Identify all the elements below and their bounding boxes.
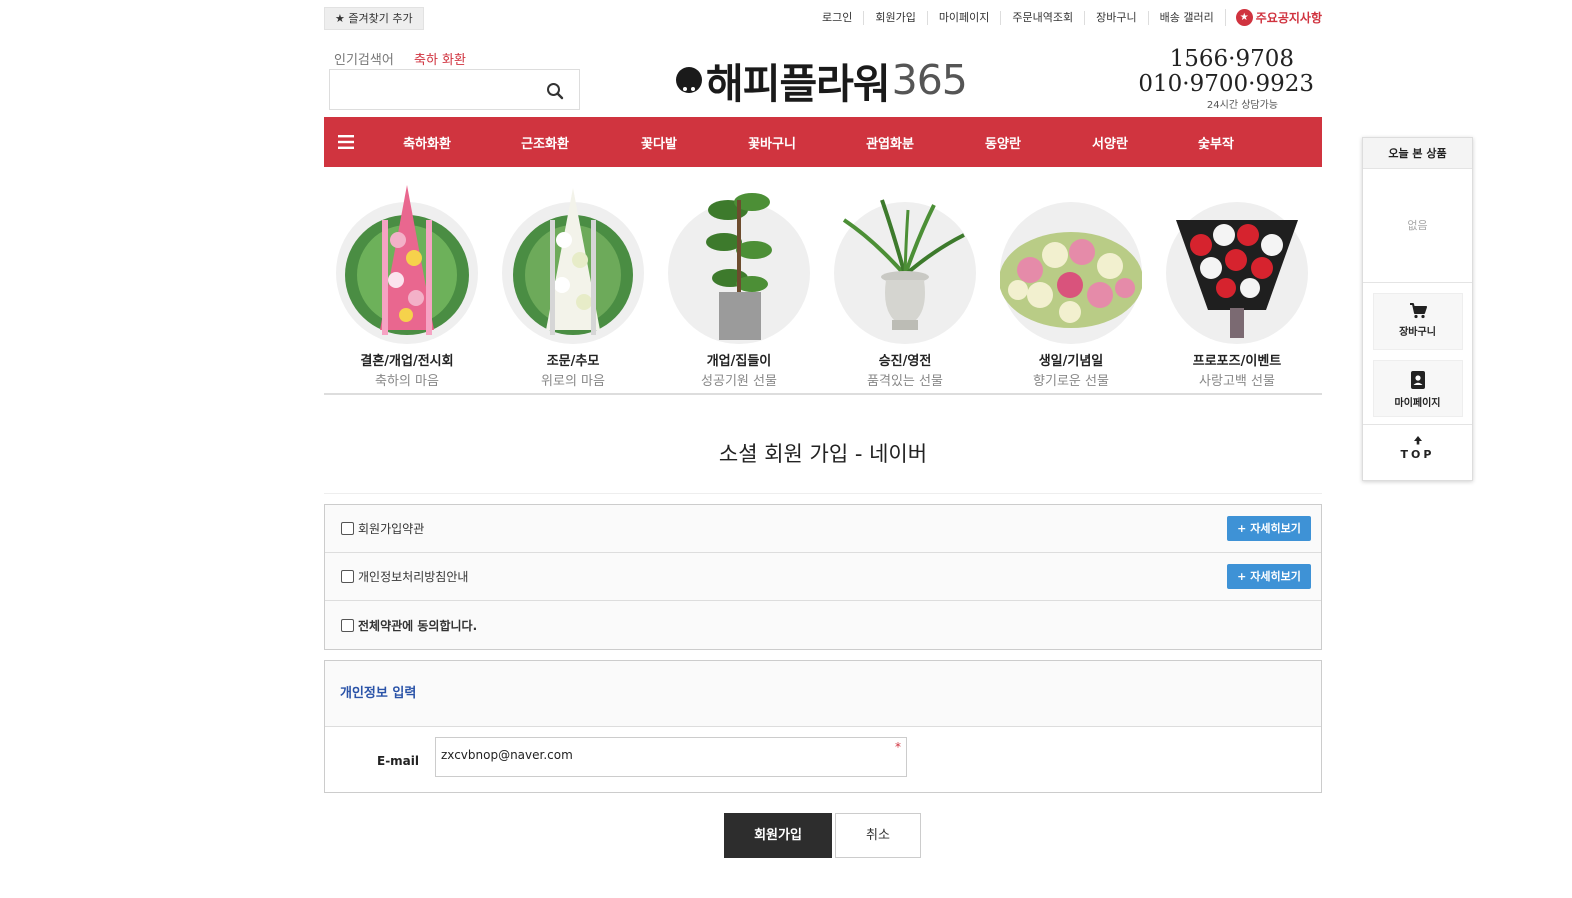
cancel-button[interactable]: 취소 — [835, 813, 921, 858]
category-title: 결혼/개업/전시회 — [360, 354, 454, 369]
congrats-wreath-image — [336, 185, 478, 344]
recently-viewed-title: 오늘 본 상품 — [1363, 138, 1472, 169]
category-wedding-opening[interactable]: 결혼/개업/전시회 축하의 마음 — [332, 180, 482, 389]
potted-tree-image — [668, 193, 810, 344]
recently-viewed-panel: 오늘 본 상품 없음 장바구니 마이페이지 TOP — [1362, 137, 1473, 481]
main-nav: 축하화환 근조화환 꽃다발 꽃바구니 관엽화분 동양란 서양란 숯부작 — [324, 117, 1322, 167]
nav-item-funeral-wreath[interactable]: 근조화환 — [486, 133, 604, 152]
terms-row-membership: 회원가입약관 + 자세히보기 — [325, 505, 1321, 553]
menu-icon[interactable] — [324, 117, 368, 167]
notice-label: 주요공지사항 — [1255, 11, 1322, 25]
contact-phone: 1566·9708 010·9700·9923 24시간 상담가능 — [1138, 46, 1314, 111]
view-privacy-terms-button[interactable]: + 자세히보기 — [1227, 564, 1311, 589]
delivery-gallery-link[interactable]: 배송 갤러리 — [1147, 10, 1225, 25]
nav-item-foliage-plant[interactable]: 관엽화분 — [830, 133, 950, 152]
nav-item-oriental-orchid[interactable]: 동양란 — [950, 133, 1056, 152]
join-button[interactable]: 회원가입 — [724, 813, 832, 858]
email-label: E-mail — [377, 754, 420, 768]
search-icon[interactable] — [546, 82, 564, 100]
category-subtitle: 사랑고백 선물 — [1199, 374, 1275, 389]
signup-link[interactable]: 회원가입 — [863, 10, 926, 25]
funeral-wreath-image — [502, 188, 644, 344]
site-logo[interactable]: 해피플라워 365 — [676, 50, 968, 110]
category-opening-housewarming[interactable]: 개업/집들이 성공기원 선물 — [664, 180, 814, 389]
category-subtitle: 성공기원 선물 — [701, 374, 777, 389]
bookmark-button[interactable]: ★ 즐겨찾기 추가 — [324, 7, 424, 30]
cart-icon — [1409, 303, 1427, 319]
required-mark: * — [895, 740, 901, 754]
divider — [324, 393, 1322, 395]
notice-link[interactable]: ★ 주요공지사항 — [1224, 9, 1322, 26]
personal-info-section: 개인정보 입력 E-mail * — [324, 660, 1322, 793]
rose-bouquet-image — [1166, 202, 1308, 344]
category-title: 프로포즈/이벤트 — [1192, 354, 1282, 369]
terms-membership-label[interactable]: 회원가입약관 — [358, 520, 424, 537]
category-subtitle: 향기로운 선물 — [1033, 374, 1109, 389]
terms-agreement: 회원가입약관 + 자세히보기 개인정보처리방침안내 + 자세히보기 전체약관에 … — [324, 504, 1322, 650]
flower-basket-image — [1000, 202, 1142, 344]
category-subtitle: 위로의 마음 — [541, 374, 605, 389]
smile-icon — [676, 67, 702, 98]
category-title: 개업/집들이 — [706, 354, 772, 369]
nav-item-congrats-wreath[interactable]: 축하화환 — [368, 133, 486, 152]
personal-info-heading: 개인정보 입력 — [325, 661, 1321, 727]
category-title: 생일/기념일 — [1038, 354, 1104, 369]
order-lookup-link[interactable]: 주문내역조회 — [1000, 10, 1084, 25]
category-subtitle: 축하의 마음 — [375, 374, 439, 389]
login-link[interactable]: 로그인 — [811, 11, 863, 25]
category-funeral-memorial[interactable]: 조문/추모 위로의 마음 — [498, 180, 648, 389]
email-field-box: * — [435, 737, 907, 777]
terms-row-all: 전체약관에 동의합니다. — [325, 601, 1321, 649]
nav-item-flower-basket[interactable]: 꽃바구니 — [714, 133, 830, 152]
star-icon: ★ — [1235, 9, 1253, 26]
terms-privacy-checkbox[interactable] — [341, 570, 354, 583]
phone-note: 24시간 상담가능 — [1206, 100, 1278, 111]
category-title: 조문/추모 — [546, 354, 600, 369]
nav-item-bouquet[interactable]: 꽃다발 — [604, 133, 714, 152]
nav-item-western-orchid[interactable]: 서양란 — [1056, 133, 1164, 152]
utility-links: 로그인 회원가입 마이페이지 주문내역조회 장바구니 배송 갤러리 ★ 주요공지… — [811, 9, 1322, 26]
divider — [324, 493, 1322, 494]
side-mypage-label: 마이페이지 — [1394, 398, 1441, 409]
category-propose-event[interactable]: 프로포즈/이벤트 사랑고백 선물 — [1162, 180, 1312, 389]
orchid-pot-image — [834, 199, 976, 344]
email-field[interactable] — [441, 748, 881, 762]
scroll-top-label: TOP — [1400, 448, 1435, 461]
agree-all-checkbox[interactable] — [341, 618, 354, 632]
phone-number-1: 1566·9708 — [1169, 46, 1294, 72]
logo-number: 365 — [891, 56, 968, 104]
side-cart-button[interactable]: 장바구니 — [1372, 293, 1463, 350]
agree-all-label[interactable]: 전체약관에 동의합니다. — [358, 617, 477, 634]
contact-book-icon — [1410, 371, 1425, 389]
nav-item-charcoal[interactable]: 숯부작 — [1164, 133, 1268, 152]
logo-text: 해피플라워 — [706, 60, 891, 108]
category-subtitle: 품격있는 선물 — [867, 374, 943, 389]
category-promotion[interactable]: 승진/영전 품격있는 선물 — [830, 180, 980, 389]
mypage-link[interactable]: 마이페이지 — [926, 10, 1001, 25]
side-mypage-button[interactable]: 마이페이지 — [1372, 360, 1463, 417]
scroll-top-button[interactable]: TOP — [1363, 424, 1472, 480]
arrow-up-icon — [1413, 436, 1422, 445]
terms-row-privacy: 개인정보처리방침안내 + 자세히보기 — [325, 553, 1321, 601]
page-title: 소셜 회원 가입 - 네이버 — [718, 442, 928, 466]
terms-privacy-label[interactable]: 개인정보처리방침안내 — [358, 568, 468, 585]
category-title: 승진/영전 — [878, 354, 932, 369]
phone-number-2: 010·9700·9923 — [1138, 71, 1314, 97]
terms-membership-checkbox[interactable] — [341, 522, 354, 535]
search-box — [329, 69, 580, 110]
view-membership-terms-button[interactable]: + 자세히보기 — [1227, 516, 1311, 541]
popular-keyword[interactable]: 축하 화환 — [414, 49, 466, 68]
category-birthday-anniversary[interactable]: 생일/기념일 향기로운 선물 — [996, 180, 1146, 389]
popular-search-label: 인기검색어 — [334, 53, 394, 68]
recently-viewed-empty: 없음 — [1363, 169, 1472, 283]
search-input[interactable] — [338, 78, 538, 102]
cart-link[interactable]: 장바구니 — [1084, 10, 1147, 25]
side-cart-label: 장바구니 — [1399, 327, 1436, 338]
